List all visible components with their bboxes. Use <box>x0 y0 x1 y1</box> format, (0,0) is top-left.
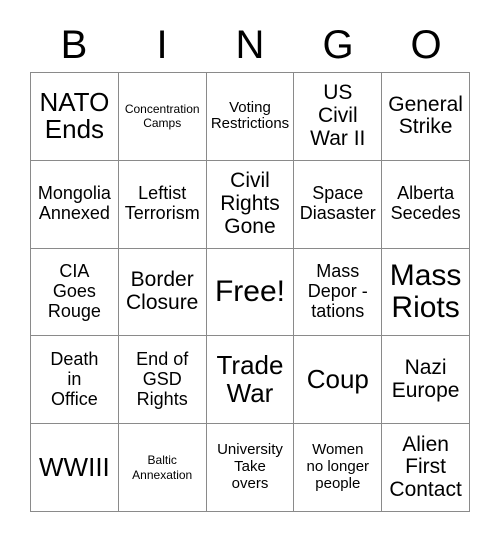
bingo-cell-label: Death in Office <box>50 349 99 409</box>
header-letter-i: I <box>156 23 168 67</box>
bingo-cell[interactable]: Mass Depor - tations <box>294 248 383 337</box>
bingo-cell-label: Nazi Europe <box>391 356 460 402</box>
bingo-cell[interactable]: NATO Ends <box>31 73 119 161</box>
bingo-cell-label: WWIII <box>39 451 110 482</box>
bingo-cell-label: Space Diasaster <box>299 183 376 224</box>
bingo-cell-label: Coup <box>306 364 369 395</box>
bingo-cell-label: Mass Riots <box>389 259 462 324</box>
bingo-cell[interactable]: Baltic Annexation <box>118 424 207 512</box>
bingo-cell[interactable]: Nazi Europe <box>382 336 470 425</box>
bingo-cell[interactable]: Mongolia Annexed <box>31 160 119 249</box>
bingo-cell[interactable]: Mass Riots <box>382 248 470 337</box>
bingo-cell[interactable]: Women no longer people <box>294 424 383 512</box>
header-letter-n: N <box>235 23 265 67</box>
bingo-cell[interactable]: US Civil War II <box>294 73 383 161</box>
bingo-cell-label: Free! <box>214 275 285 309</box>
bingo-cell-label: NATO Ends <box>39 86 110 145</box>
bingo-card: B I N G O NATO Ends Concentration Camps Vo… <box>0 0 500 544</box>
bingo-cell-label: Civil Rights Gone <box>220 169 280 238</box>
bingo-cell-label: Mongolia Annexed <box>37 183 111 224</box>
bingo-cell[interactable]: CIA Goes Rouge <box>31 248 119 337</box>
bingo-cell[interactable]: Concentration Camps <box>118 73 207 161</box>
bingo-cell[interactable]: WWIII <box>31 424 119 512</box>
bingo-cell-label: University Take overs <box>217 441 283 492</box>
bingo-cell[interactable]: Coup <box>294 336 383 425</box>
bingo-cell[interactable]: General Strike <box>382 73 470 161</box>
bingo-cell-free[interactable]: Free! <box>206 248 295 337</box>
bingo-cell-label: Alberta Secedes <box>390 183 461 224</box>
bingo-cell[interactable]: Alberta Secedes <box>382 160 470 249</box>
bingo-cell-label: Women no longer people <box>306 441 370 492</box>
bingo-cell[interactable]: Civil Rights Gone <box>206 160 295 249</box>
bingo-cell-label: Mass Depor - tations <box>307 261 368 321</box>
bingo-cell-label: Border Closure <box>126 268 199 314</box>
bingo-cell[interactable]: Border Closure <box>118 248 207 337</box>
bingo-cell[interactable]: Alien First Contact <box>382 424 470 512</box>
bingo-cell[interactable]: Trade War <box>206 336 295 425</box>
bingo-cell[interactable]: Voting Restrictions <box>206 73 295 161</box>
bingo-cell-label: End of GSD Rights <box>136 349 189 409</box>
bingo-header-row: B I N G O <box>30 18 470 72</box>
bingo-grid: NATO Ends Concentration Camps Voting Restr… <box>30 72 470 512</box>
bingo-cell-label: Leftist Terrorism <box>124 183 200 224</box>
header-letter-g: G <box>322 23 354 67</box>
bingo-cell-label: Alien First Contact <box>389 432 462 501</box>
bingo-cell-label: Trade War <box>216 350 284 408</box>
bingo-cell[interactable]: Space Diasaster <box>294 160 383 249</box>
bingo-cell[interactable]: University Take overs <box>206 424 295 512</box>
bingo-cell-label: US Civil War II <box>310 81 366 150</box>
bingo-cell-label: Baltic Annexation <box>132 453 193 482</box>
bingo-cell-label: General Strike <box>388 92 463 139</box>
bingo-cell-label: CIA Goes Rouge <box>47 261 101 321</box>
header-letter-o: O <box>410 23 442 67</box>
bingo-cell-label: Concentration Camps <box>124 102 200 131</box>
bingo-cell[interactable]: End of GSD Rights <box>118 336 207 425</box>
bingo-cell[interactable]: Leftist Terrorism <box>118 160 207 249</box>
header-letter-b: B <box>60 23 88 67</box>
bingo-cell-label: Voting Restrictions <box>210 98 290 133</box>
bingo-cell[interactable]: Death in Office <box>31 336 119 425</box>
